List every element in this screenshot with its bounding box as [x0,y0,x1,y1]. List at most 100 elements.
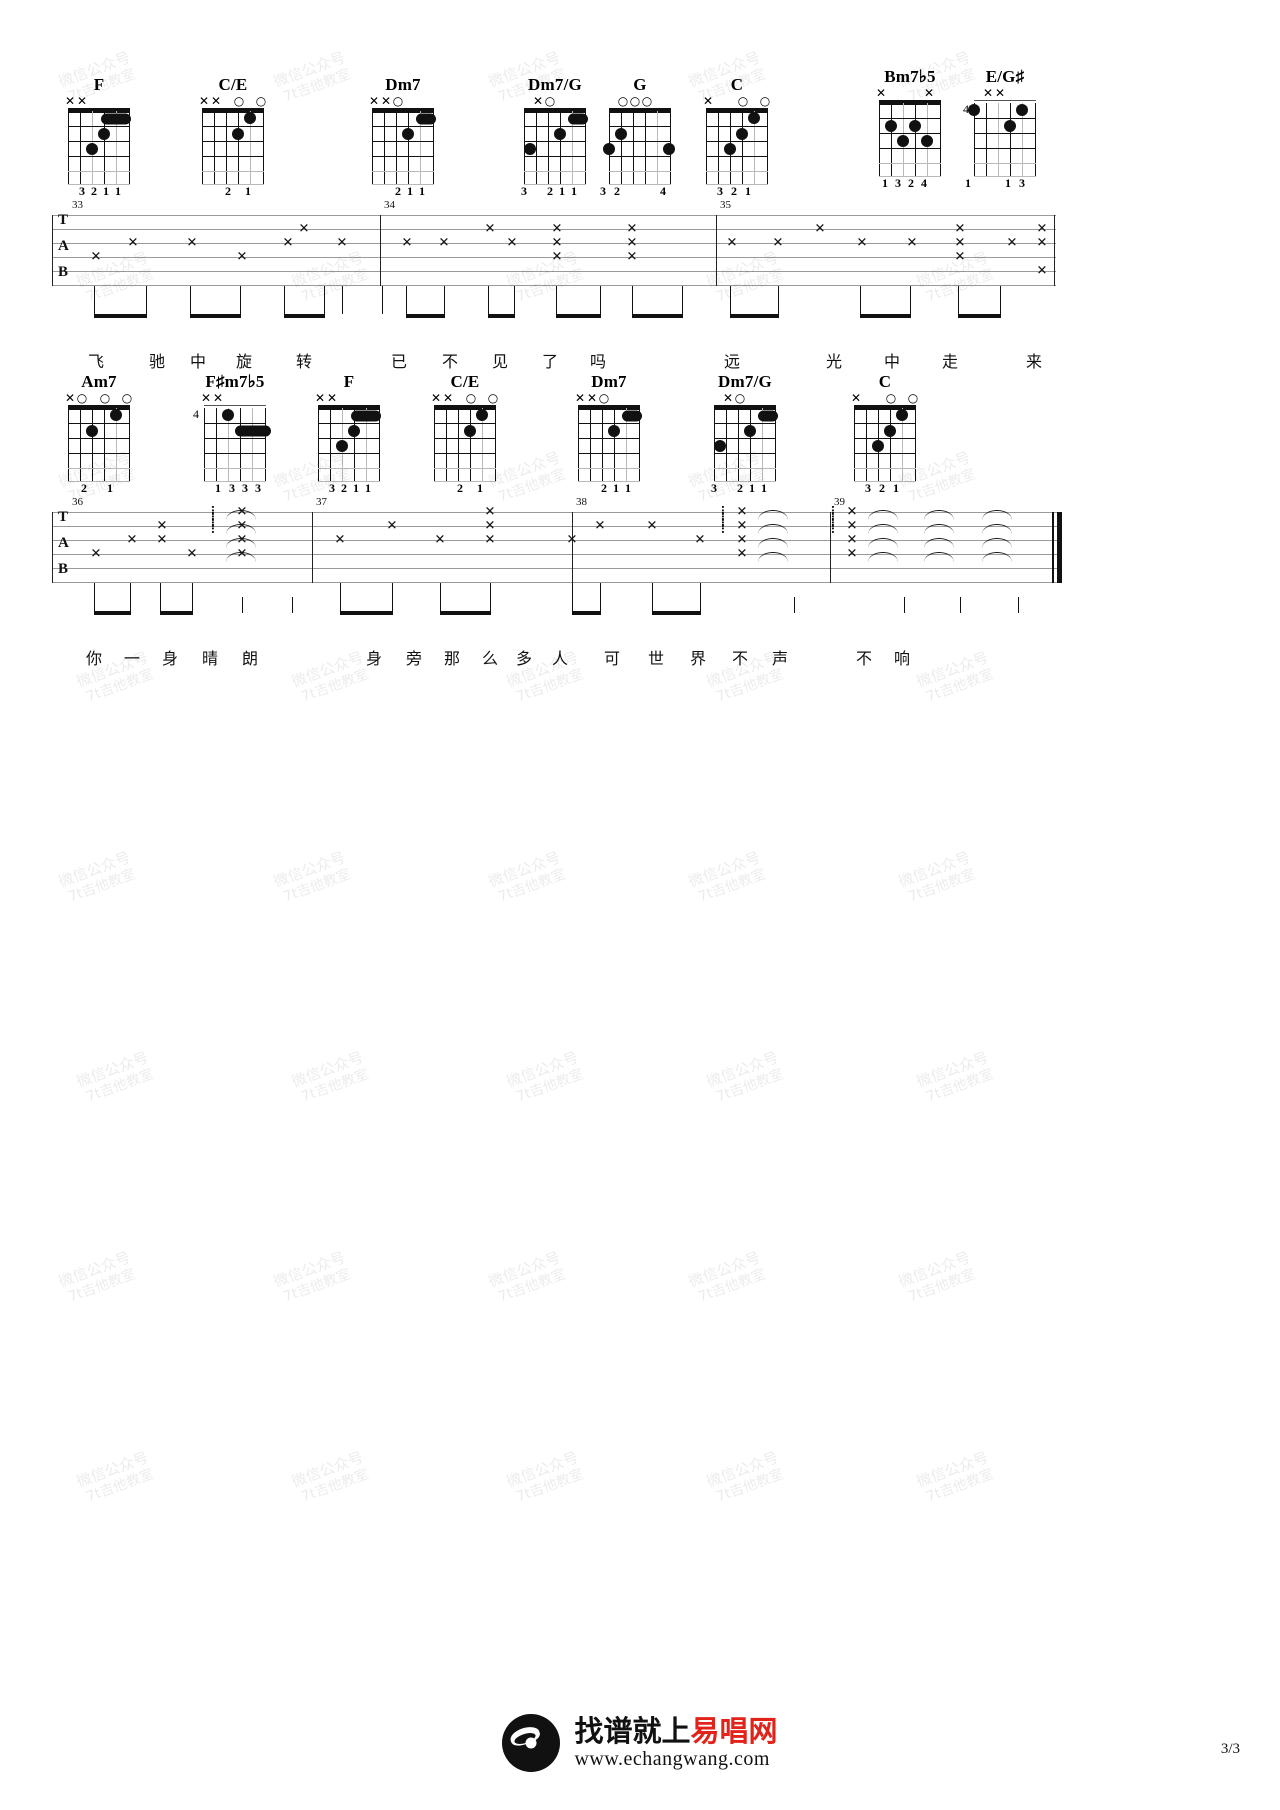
final-barline [1052,512,1054,583]
mute-note: ✕ [954,235,966,251]
mute-note: ✕ [626,249,638,265]
system-1: F ✕ ✕ 32 11 C/E ✕ ✕ ○ ○ 2 1 Dm7 ✕ ✕ ○ 2 … [0,60,1280,372]
fretboard-grid [68,405,130,483]
mute-note: ✕ [856,235,868,251]
tab-staff-2: T A B 36 37 38 39 ✕ ✕ ✕ ✕ ✕ ✕ ✕ ✕ ✕ ✕ ✕ … [52,496,1062,590]
measure-number-35: 35 [720,199,731,211]
footer-website[interactable]: www.echangwang.com [574,1747,777,1771]
beat-tick [242,597,244,613]
page-number: 3/3 [1220,1741,1240,1757]
mute-note: ✕ [156,532,168,548]
mute-note: ✕ [626,235,638,251]
mute-note: ✕ [438,235,450,251]
mute-note: ✕ [484,532,496,548]
open-mute-markers: ○ ○ ○ [617,94,653,108]
mute-note: ✕ [846,532,858,548]
chord-name: C/E [450,372,480,391]
chord-name: F♯m7♭5 [205,372,265,391]
finger-numbers: 113 [965,176,1025,190]
site-footer: 找谱就上易唱网 www.echangwang.com [0,1714,1280,1772]
lyric-syllable: 不 [855,649,873,668]
finger-numbers: 32 11 [521,184,577,198]
mute-note: ✕ [484,518,496,534]
finger-numbers: 13 24 [882,176,927,190]
chord-name: G [633,75,647,94]
measure-number-34: 34 [384,199,395,211]
lyric-syllable: 响 [893,649,911,668]
lyric-syllable: 人 [551,649,569,668]
fretboard-grid [854,405,916,483]
chord-diagram-Fsharpm7b5[interactable]: F♯m7♭5 ✕ ✕ 4 13 3 3 [193,372,272,497]
lyric-syllable: 朗 [241,649,259,668]
chord-diagram-Dm7[interactable]: Dm7 ✕ ✕ ○ 211 [572,372,646,497]
footer-brand-prefix: 找谱就上 [574,1714,691,1748]
mute-note: ✕ [484,221,496,237]
chord-name: Bm7♭5 [884,67,936,86]
fretboard-grid [714,405,778,483]
lyrics-row-2: 你 一 身 晴 朗 身 旁 那 么 多 人 可 世 界 不 声 不 响 [52,645,1062,669]
chord-name: E/G♯ [985,67,1025,86]
mute-note: ✕ [336,235,348,251]
chord-name: F [343,372,355,391]
lyric-syllable: 那 [443,649,461,668]
chord-diagram-C[interactable]: C ✕ ○ ○ 321 [848,372,922,497]
tab-staff-1: T A B 33 34 35 ✕ ✕ ✕ ✕ ✕ ✕ ✕ ✕ ✕ ✕ ✕ ✕ ✕… [52,199,1056,293]
watermark-text: 微信公众号7t吉他教室 [914,1448,996,1506]
chord-diagram-row-2: Am7 ✕ ○ ○ ○ 21 F♯m7♭5 ✕ ✕ 4 1 3 3 3 F ✕ … [0,360,1280,510]
measure-number-36: 36 [72,496,83,508]
finger-numbers: 32 11 [711,481,767,495]
mute-note: ✕ [551,221,563,237]
mute-note: ✕ [772,235,784,251]
chord-diagram-E-Gsharp[interactable]: E/G♯ ✕ ✕ 4 113 [963,67,1042,192]
chord-diagram-C-E[interactable]: C/E ✕ ✕ ○ ○ 21 [196,75,270,200]
mute-note: ✕ [954,249,966,265]
lyric-syllable: 可 [603,649,621,668]
tab-letter-T: T [58,212,69,228]
mute-note: ✕ [906,235,918,251]
mute-note: ✕ [694,532,706,548]
watermark-text: 微信公众号7t吉他教室 [504,1448,586,1506]
watermark-text: 微信公众号7t吉他教室 [686,1248,768,1306]
chord-diagram-C[interactable]: C ✕ ○ ○ 321 [700,75,774,200]
finger-numbers: 211 [601,481,631,495]
fretboard-grid [434,405,496,483]
mute-note: ✕ [736,532,748,548]
watermark-text: 微信公众号7t吉他教室 [74,1048,156,1106]
watermark-text: 微信公众号7t吉他教室 [486,848,568,906]
chord-diagram-G[interactable]: G ○ ○ ○ 324 [600,75,677,200]
rhythm-row-2 [52,583,1062,617]
mute-note: ✕ [127,235,139,251]
chord-diagram-F[interactable]: F ✕ ✕ 32 11 [62,75,136,200]
beat-tick [794,597,796,613]
finger-numbers: 211 [395,184,425,198]
mute-note: ✕ [726,235,738,251]
chord-diagram-Am7[interactable]: Am7 ✕ ○ ○ ○ 21 [62,372,136,497]
open-mute-markers: ✕ ✕ [200,391,224,405]
mute-note: ✕ [551,235,563,251]
fretboard-grid: 4 [193,405,271,483]
finger-numbers: 324 [600,184,666,198]
chord-diagram-F[interactable]: F ✕ ✕ 32 11 [312,372,386,497]
open-mute-markers: ✕ ✕ [982,86,1006,100]
watermark-text: 微信公众号7t吉他教室 [704,1048,786,1106]
tab-letter-B: B [58,264,69,280]
finger-numbers: 321 [717,184,751,198]
mute-note: ✕ [186,235,198,251]
open-mute-markers: ✕ ✕ ○ [574,391,610,405]
lyric-syllable: 界 [689,649,707,668]
chord-diagram-Bm7b5[interactable]: Bm7♭5 ✕ ✕ 13 2 4 [873,67,947,192]
mute-note: ✕ [156,518,168,534]
measure-number-37: 37 [316,496,327,508]
mute-note: ✕ [90,546,102,562]
mute-note: ✕ [1036,235,1048,251]
chord-name: Dm7/G [718,372,772,391]
mute-note: ✕ [334,532,346,548]
chord-diagram-Dm7-G[interactable]: Dm7/G ✕ ○ 32 11 [708,372,782,497]
chord-diagram-Dm7-G[interactable]: Dm7/G ✕ ○ 32 11 [518,75,592,200]
watermark-text: 微信公众号7t吉他教室 [56,1248,138,1306]
chord-diagram-C-E[interactable]: C/E ✕ ✕ ○ ○ 21 [428,372,502,497]
chord-diagram-Dm7[interactable]: Dm7 ✕ ✕ ○ 211 [366,75,440,200]
mute-note: ✕ [506,235,518,251]
watermark-text: 微信公众号7t吉他教室 [504,1048,586,1106]
chord-diagram-row-1: F ✕ ✕ 32 11 C/E ✕ ✕ ○ ○ 2 1 Dm7 ✕ ✕ ○ 2 … [0,60,1280,210]
